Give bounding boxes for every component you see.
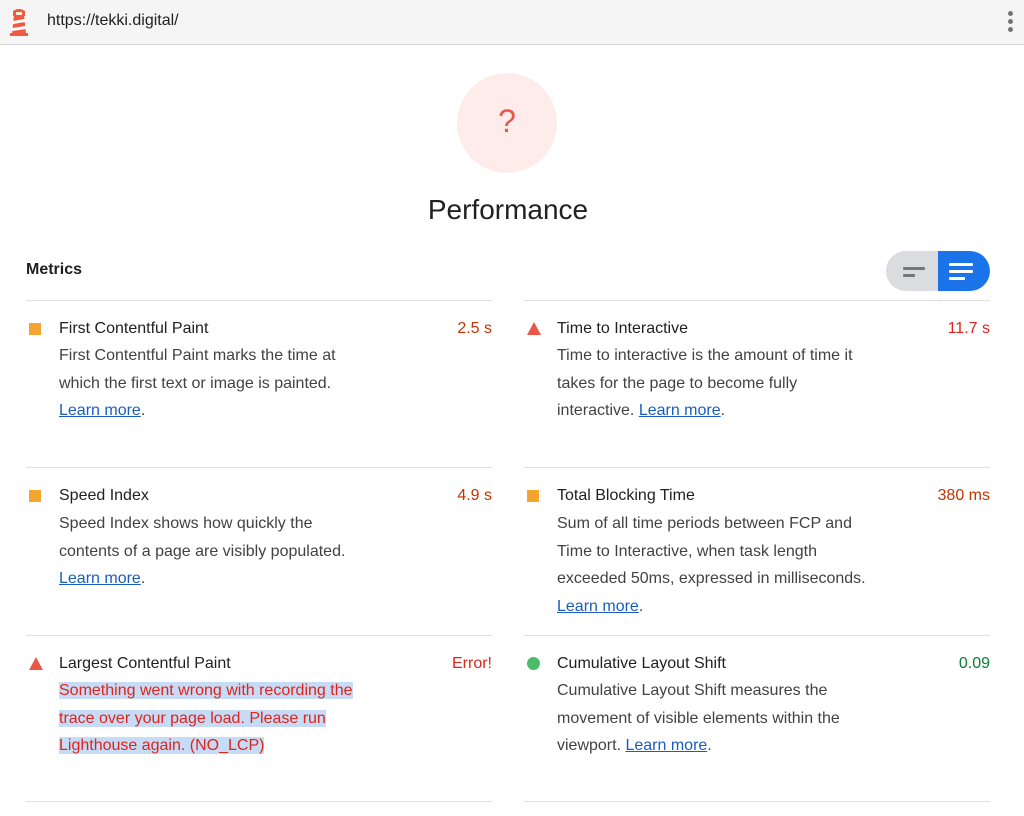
divider [524, 635, 990, 636]
metric-description: Cumulative Layout Shift measures the mov… [557, 682, 840, 755]
divider [26, 300, 492, 301]
learn-more-link[interactable]: Learn more [59, 570, 141, 587]
page-url: https://tekki.digital/ [47, 12, 179, 29]
metric-description: First Contentful Paint marks the time at… [59, 347, 336, 420]
metric-name: Time to Interactive [557, 320, 689, 337]
divider [26, 801, 492, 802]
divider [524, 300, 990, 301]
metric-value: 0.09 [958, 655, 990, 672]
average-square-icon [29, 323, 41, 335]
gauge-score: ? [498, 103, 516, 139]
metric-value: 4.9 s [457, 487, 492, 504]
learn-more-link[interactable]: Learn more [59, 402, 141, 419]
metric-value: 380 ms [937, 487, 990, 504]
metric-value: 2.5 s [457, 320, 492, 337]
metric-name: Total Blocking Time [557, 487, 695, 504]
performance-gauge: ? [457, 73, 557, 173]
metric-value: Error! [452, 655, 492, 672]
metric-name: First Contentful Paint [59, 320, 209, 337]
learn-more-link[interactable]: Learn more [557, 598, 639, 615]
learn-more-link[interactable]: Learn more [625, 737, 707, 754]
metric-error-message: Something went wrong with recording the … [59, 682, 353, 755]
lighthouse-icon [10, 9, 28, 36]
divider [26, 467, 492, 468]
divider [26, 635, 492, 636]
fail-triangle-icon [527, 322, 541, 335]
metric-description: Time to interactive is the amount of tim… [557, 347, 853, 420]
category-title: Performance [427, 194, 589, 225]
metric-name: Speed Index [59, 487, 149, 504]
address-bar: https://tekki.digital/ [0, 0, 1024, 45]
metric-description: Speed Index shows how quickly the conten… [59, 515, 346, 588]
metric-value: 11.7 s [947, 320, 990, 337]
metric-name: Cumulative Layout Shift [557, 655, 726, 672]
metrics-view-toggle[interactable] [886, 251, 990, 291]
metric-name: Largest Contentful Paint [59, 655, 231, 672]
metric-description: Sum of all time periods between FCP and … [557, 515, 866, 615]
compact-view-icon[interactable] [886, 251, 938, 291]
expanded-view-icon[interactable] [938, 251, 990, 291]
fail-triangle-icon [29, 657, 43, 670]
average-square-icon [527, 490, 539, 502]
kebab-menu-icon[interactable] [1004, 10, 1016, 36]
divider [524, 467, 990, 468]
pass-circle-icon [527, 657, 540, 670]
metrics-heading: Metrics [26, 261, 83, 278]
average-square-icon [29, 490, 41, 502]
divider [524, 801, 990, 802]
learn-more-link[interactable]: Learn more [639, 402, 721, 419]
